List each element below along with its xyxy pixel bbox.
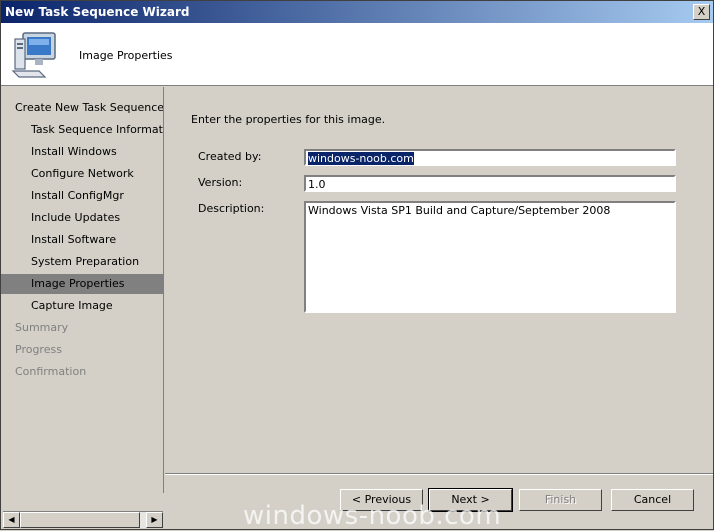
step-label: Configure Network (31, 167, 134, 180)
step-task-sequence-information: Task Sequence Information (1, 120, 163, 140)
step-install-software: Install Software (1, 230, 163, 250)
step-label: Task Sequence Information (31, 123, 163, 136)
step-label: Install Software (31, 233, 117, 246)
description-field[interactable]: Windows Vista SP1 Build and Capture/Sept… (304, 201, 676, 313)
scrollbar-thumb[interactable] (20, 512, 140, 528)
description-value: Windows Vista SP1 Build and Capture/Sept… (308, 204, 611, 217)
computer-icon (11, 32, 56, 78)
watermark-text: windows-noob.com (243, 501, 502, 531)
intro-text: Enter the properties for this image. (191, 113, 386, 126)
version-value: 1.0 (308, 178, 326, 191)
close-button[interactable]: X (693, 4, 710, 20)
cancel-button[interactable]: Cancel (611, 489, 694, 511)
step-progress: Progress (1, 340, 163, 360)
scroll-left-button[interactable]: ◀ (3, 512, 20, 528)
step-label: Confirmation (15, 365, 87, 378)
scroll-right-button[interactable]: ▶ (146, 512, 163, 528)
step-label: Install ConfigMgr (31, 189, 124, 202)
step-label: System Preparation (31, 255, 140, 268)
step-system-preparation: System Preparation (1, 252, 163, 272)
step-create-new-task-sequence: Create New Task Sequence (1, 98, 163, 118)
footer-divider (165, 473, 713, 475)
title-bar[interactable]: New Task Sequence Wizard X (1, 1, 713, 23)
close-icon: X (697, 5, 706, 18)
step-label: Summary (15, 321, 69, 334)
step-configure-network: Configure Network (1, 164, 163, 184)
wizard-window: New Task Sequence Wizard X Image Propert… (0, 0, 714, 531)
step-label: Image Properties (31, 277, 125, 290)
wizard-step-list: Create New Task Sequence Task Sequence I… (1, 87, 164, 493)
step-install-windows: Install Windows (1, 142, 163, 162)
step-label: Include Updates (31, 211, 121, 224)
created-by-label: Created by: (198, 150, 262, 163)
step-label: Progress (15, 343, 62, 356)
arrow-left-icon: ◀ (8, 515, 15, 524)
wizard-header: Image Properties (1, 23, 713, 86)
version-label: Version: (198, 176, 243, 189)
created-by-field[interactable]: windows-noob.com (304, 149, 676, 166)
step-label: Install Windows (31, 145, 117, 158)
step-install-configmgr: Install ConfigMgr (1, 186, 163, 206)
page-title: Image Properties (79, 49, 173, 62)
step-label: Create New Task Sequence (15, 101, 163, 114)
step-capture-image: Capture Image (1, 296, 163, 316)
created-by-value: windows-noob.com (308, 152, 414, 165)
window-title: New Task Sequence Wizard (5, 5, 190, 19)
step-confirmation: Confirmation (1, 362, 163, 382)
step-label: Capture Image (31, 299, 113, 312)
step-include-updates: Include Updates (1, 208, 163, 228)
step-image-properties: Image Properties (1, 274, 163, 294)
step-summary: Summary (1, 318, 163, 338)
description-label: Description: (198, 202, 265, 215)
wizard-content: Enter the properties for this image. Cre… (165, 87, 713, 473)
sidebar-horizontal-scrollbar[interactable]: ◀ ▶ (3, 511, 163, 528)
arrow-right-icon: ▶ (151, 515, 158, 524)
finish-button[interactable]: Finish (519, 489, 602, 511)
version-field[interactable]: 1.0 (304, 175, 676, 192)
